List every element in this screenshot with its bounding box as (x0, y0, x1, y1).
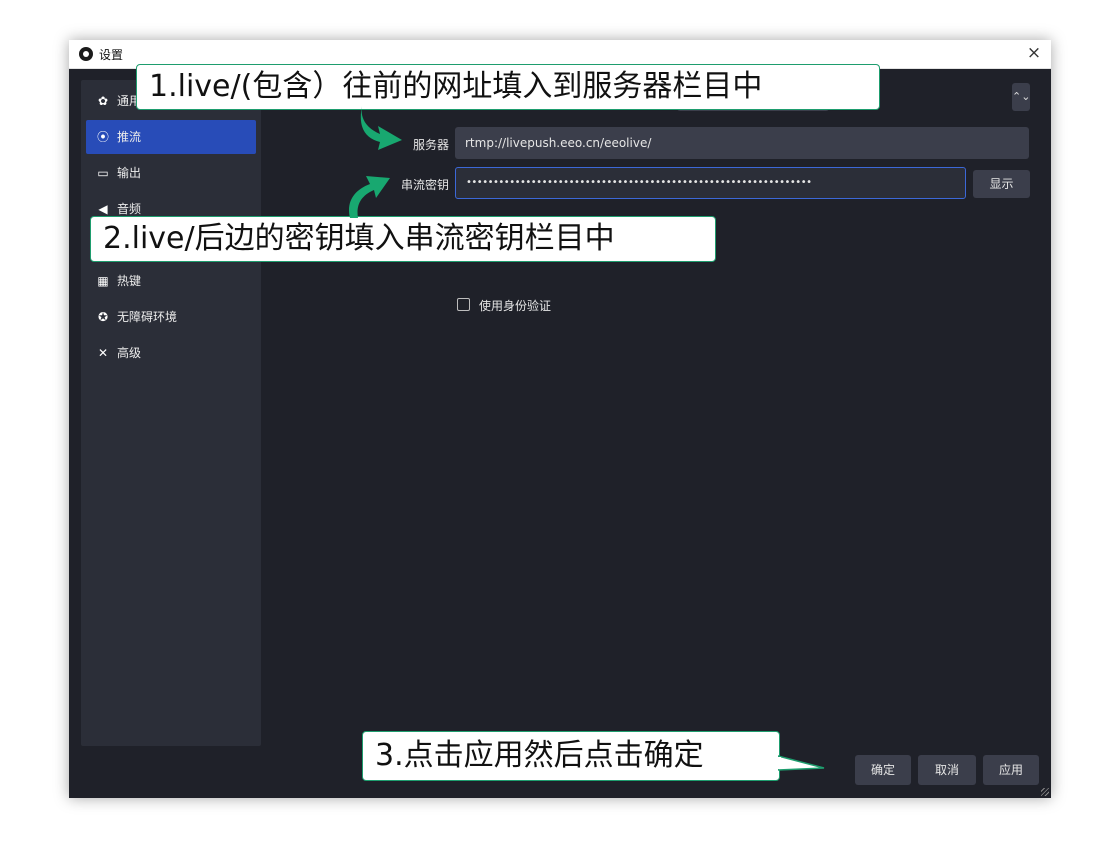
select-arrow-icon[interactable]: ⌃⌄ (1012, 83, 1030, 111)
window-title: 设置 (99, 48, 124, 62)
sidebar-item-output[interactable]: ▭ 输出 (86, 156, 256, 190)
close-button[interactable]: × (1023, 42, 1045, 64)
annotation-step-2: 2.live/后边的密钥填入串流密钥栏目中 (90, 216, 716, 262)
sidebar-item-label: 无障碍环境 (117, 310, 178, 324)
antenna-icon: ⦿ (96, 130, 109, 144)
stream-key-label: 串流密钥 (400, 178, 449, 192)
use-auth-label: 使用身份验证 (479, 299, 552, 313)
keyboard-icon: ▦ (97, 274, 109, 288)
output-icon: ▭ (97, 166, 109, 180)
use-auth-checkbox[interactable] (457, 298, 470, 311)
arrow-to-server-icon (360, 106, 402, 150)
annotation-step-1: 1.live/(包含）往前的网址填入到服务器栏目中 (136, 64, 880, 110)
show-key-button[interactable]: 显示 (973, 170, 1030, 198)
sidebar-item-accessibility[interactable]: ✪ 无障碍环境 (86, 300, 256, 334)
accessibility-icon: ✪ (97, 310, 109, 324)
arrow-to-stream-key-icon (348, 176, 390, 218)
sidebar-item-stream[interactable]: ⦿ 推流 (86, 120, 256, 154)
sidebar-item-label: 推流 (117, 130, 142, 144)
speaker-icon: ◀ (98, 202, 108, 216)
cancel-button[interactable]: 取消 (918, 755, 976, 785)
sidebar-item-label: 热键 (117, 274, 142, 288)
stream-key-input[interactable]: ••••••••••••••••••••••••••••••••••••••••… (455, 167, 966, 199)
gear-icon: ✿ (97, 94, 109, 108)
tools-icon: ✕ (97, 346, 109, 360)
callout-pointer-icon (778, 755, 825, 771)
sidebar-item-hotkeys[interactable]: ▦ 热键 (86, 264, 256, 298)
settings-window: 设置 × ✿ 通用 ⦿ 推流 ▭ 输出 ◀ 音频 ▢ 视频 ▦ 热键 ✪ 无障碍 (69, 40, 1051, 798)
settings-sidebar: ✿ 通用 ⦿ 推流 ▭ 输出 ◀ 音频 ▢ 视频 ▦ 热键 ✪ 无障碍环境 ✕ (81, 80, 261, 746)
sidebar-item-label: 输出 (117, 166, 142, 180)
ok-button[interactable]: 确定 (855, 755, 911, 785)
apply-button[interactable]: 应用 (983, 755, 1039, 785)
annotation-step-3: 3.点击应用然后点击确定 (362, 731, 780, 781)
resize-grip-icon[interactable] (1041, 788, 1049, 796)
server-input[interactable]: rtmp://livepush.eeo.cn/eeolive/ (455, 127, 1029, 159)
sidebar-item-label: 高级 (117, 346, 142, 360)
obs-logo-icon (79, 47, 93, 61)
sidebar-item-label: 音频 (117, 202, 142, 216)
sidebar-item-advanced[interactable]: ✕ 高级 (86, 336, 256, 370)
